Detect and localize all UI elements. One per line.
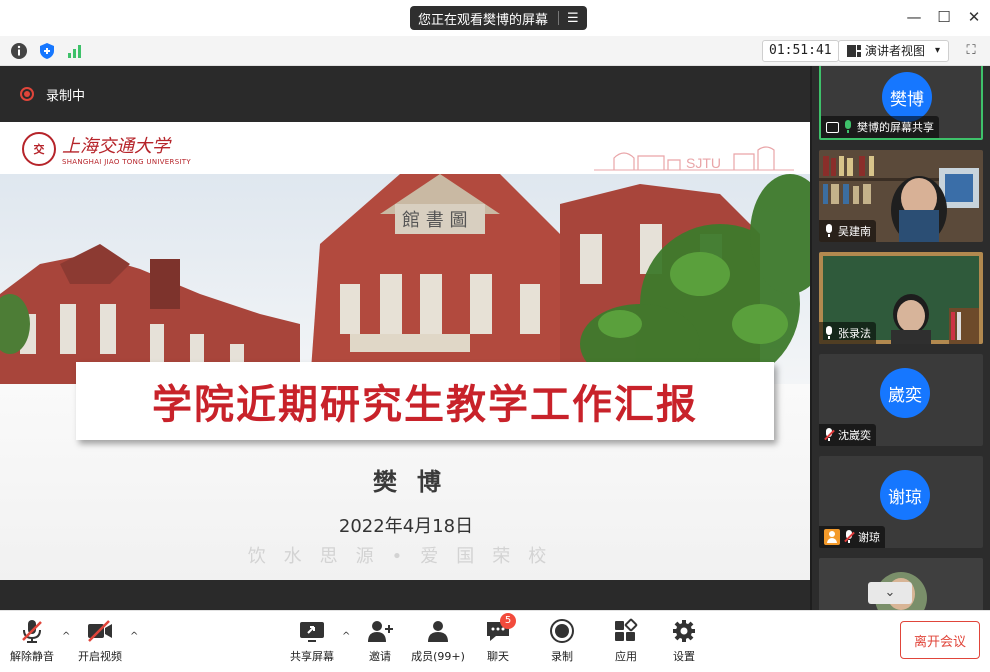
logo-text-cn: 上海交通大学 <box>62 136 170 157</box>
host-user-icon <box>824 529 840 545</box>
invite-button[interactable]: 邀请 <box>348 617 412 664</box>
video-options-caret[interactable]: ^ <box>130 631 138 642</box>
chat-label: 聊天 <box>487 650 509 663</box>
avatar: 崴奕 <box>880 368 930 418</box>
slide-title-box: 学院近期研究生教学工作汇报 <box>76 362 774 440</box>
microphone-icon <box>824 326 834 340</box>
participant-name: 沈崴奕 <box>838 429 871 442</box>
avatar: 樊博 <box>882 72 932 122</box>
university-logo: 交 上海交通大学 SHANGHAI JIAO TONG UNIVERSITY <box>22 132 191 166</box>
video-off-icon <box>86 617 114 645</box>
members-button[interactable]: 成员(99+) <box>406 617 470 664</box>
share-banner[interactable]: 您正在观看樊博的屏幕 ☰ <box>410 6 587 30</box>
microphone-muted-icon <box>824 428 834 442</box>
invite-label: 邀请 <box>369 650 391 663</box>
participant-name: 张录法 <box>838 327 871 340</box>
participant-label: 吴建南 <box>819 220 876 242</box>
university-seal: 交 <box>22 132 56 166</box>
sjtu-mark-text: SJTU <box>686 155 721 171</box>
meeting-timer: 01:51:41 <box>762 40 839 62</box>
participant-tile-fanbo[interactable]: 樊博 樊博的屏幕共享 <box>819 66 983 140</box>
participant-label: 樊博的屏幕共享 <box>821 116 939 138</box>
record-button[interactable]: 录制 <box>530 617 594 664</box>
fullscreen-icon[interactable]: ⛶ <box>962 42 980 60</box>
participant-tile-zhanglufa[interactable]: 张录法 <box>819 252 983 344</box>
unmute-button[interactable]: 解除静音 <box>0 617 64 664</box>
library-building-photo: 館 書 圖 <box>0 174 812 384</box>
share-screen-label: 共享屏幕 <box>290 650 334 663</box>
chevron-down-icon: ▾ <box>935 45 941 56</box>
record-icon <box>548 617 576 645</box>
settings-button[interactable]: 设置 <box>652 617 716 664</box>
share-banner-text: 您正在观看樊博的屏幕 <box>418 12 549 28</box>
meeting-toolbar: 解除静音 ^ 开启视频 ^ 共享屏幕 ^ 邀请 成员(99+) 5 聊天 录制 … <box>0 610 990 672</box>
participant-label: 谢琼 <box>819 526 885 548</box>
screen-share-icon <box>826 121 839 133</box>
minimize-icon[interactable]: — <box>904 8 924 26</box>
recording-icon <box>20 87 34 101</box>
leave-meeting-button[interactable]: 离开会议 <box>900 621 980 659</box>
slide-title: 学院近期研究生教学工作汇报 <box>152 382 698 428</box>
recording-status: 录制中 <box>0 66 812 122</box>
chat-unread-badge: 5 <box>500 613 516 629</box>
microphone-muted-icon <box>18 617 46 645</box>
start-video-button[interactable]: 开启视频 <box>68 617 132 664</box>
view-mode-label: 演讲者视图 <box>865 44 926 58</box>
recording-label: 录制中 <box>46 88 86 104</box>
maximize-icon[interactable]: ☐ <box>934 8 954 26</box>
speaker-view-icon <box>847 45 861 57</box>
title-bar: 您正在观看樊博的屏幕 ☰ — ☐ ✕ <box>0 0 990 36</box>
avatar: 谢琼 <box>880 470 930 520</box>
participant-name: 谢琼 <box>858 531 880 544</box>
shared-screen-area: 录制中 交 上海交通大学 SHANGHAI JIAO TONG UNIVERSI… <box>0 66 818 610</box>
participant-name: 吴建南 <box>838 225 871 238</box>
participant-name: 樊博的屏幕共享 <box>857 121 934 134</box>
chevron-down-icon[interactable]: ⌄ <box>868 582 912 604</box>
settings-label: 设置 <box>673 650 695 663</box>
participant-label: 张录法 <box>819 322 876 344</box>
add-user-icon <box>366 617 394 645</box>
participants-panel[interactable]: 樊博 樊博的屏幕共享 吴建南 张录法 崴奕 沈崴奕 谢琼 谢琼 <box>812 66 990 610</box>
participant-tile-shenweiyi[interactable]: 崴奕 沈崴奕 <box>819 354 983 446</box>
participant-tile-wujiannan[interactable]: 吴建南 <box>819 150 983 242</box>
close-icon[interactable]: ✕ <box>964 8 984 26</box>
share-screen-button[interactable]: 共享屏幕 <box>280 617 344 664</box>
svg-text:館 書 圖: 館 書 圖 <box>402 210 467 231</box>
slide-date: 2022年4月18日 <box>338 516 474 537</box>
share-screen-icon <box>298 617 326 645</box>
shield-icon[interactable] <box>38 42 56 60</box>
info-bar: 01:51:41 演讲者视图 ▾ ⛶ <box>0 36 990 66</box>
apps-button[interactable]: 应用 <box>594 617 658 664</box>
list-menu-icon[interactable]: ☰ <box>567 11 579 26</box>
apps-label: 应用 <box>615 650 637 663</box>
view-mode-dropdown[interactable]: 演讲者视图 ▾ <box>838 40 950 62</box>
record-label: 录制 <box>551 650 573 663</box>
apps-icon <box>612 617 640 645</box>
info-icon[interactable] <box>10 42 28 60</box>
chat-icon: 5 <box>484 613 516 645</box>
slide-presenter: 樊博 <box>373 468 461 496</box>
participant-tile-xieqiong[interactable]: 谢琼 谢琼 <box>819 456 983 548</box>
signal-bars-icon[interactable] <box>66 42 84 60</box>
presentation-slide: 交 上海交通大学 SHANGHAI JIAO TONG UNIVERSITY S… <box>0 122 812 580</box>
gear-icon <box>670 617 698 645</box>
banner-divider <box>558 11 560 25</box>
logo-text-en: SHANGHAI JIAO TONG UNIVERSITY <box>62 158 191 166</box>
slide-motto: 饮水思源•爱国荣校 <box>247 546 565 567</box>
microphone-icon <box>843 120 853 134</box>
participant-label: 沈崴奕 <box>819 424 876 446</box>
chat-button[interactable]: 5 聊天 <box>466 613 530 664</box>
unmute-label: 解除静音 <box>10 650 54 663</box>
microphone-icon <box>824 224 834 238</box>
microphone-muted-icon <box>844 530 854 544</box>
sjtu-gate-mark: SJTU <box>594 146 794 171</box>
start-video-label: 开启视频 <box>78 650 122 663</box>
members-label: 成员(99+) <box>411 650 465 663</box>
members-icon <box>424 617 452 645</box>
